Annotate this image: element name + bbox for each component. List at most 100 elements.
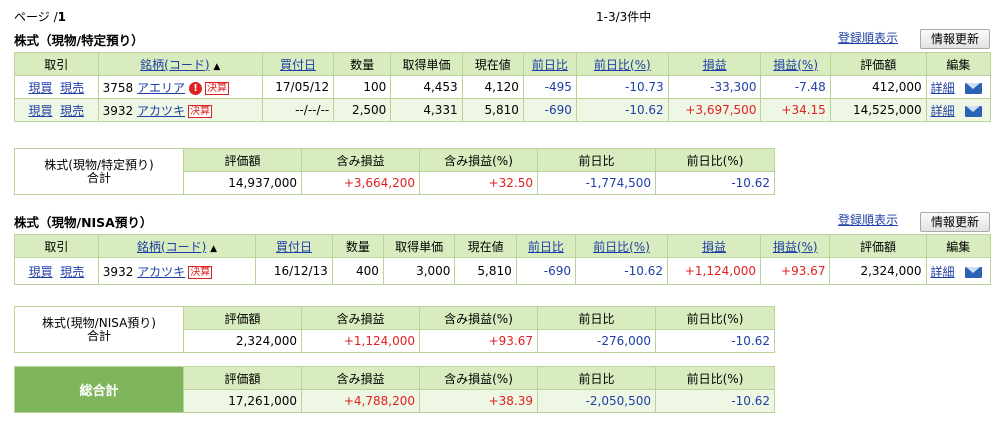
col-date[interactable]: 買付日 — [261, 52, 335, 76]
profit-loss-pct: +93.67 — [759, 257, 831, 285]
col-pl[interactable]: 損益 — [667, 52, 762, 76]
summary-label-total: 合計 — [86, 170, 111, 185]
mail-icon[interactable] — [964, 82, 982, 94]
trade-cell: 現買 現売 — [14, 75, 99, 99]
current-price: 4,120 — [461, 75, 524, 99]
stock-cell: 3932 アカツキ 決算 — [97, 98, 263, 122]
col-cost: 取得単価 — [382, 234, 456, 258]
col-trade: 取引 — [14, 52, 99, 76]
table-row: 現買 現売 3932 アカツキ 決算 --/--/-- 2,500 4,331 5… — [14, 98, 992, 122]
market-value: 2,324,000 — [829, 257, 927, 285]
registration-order-link[interactable]: 登録順表示 — [838, 211, 898, 228]
sum-chg-pct: -10.62 — [655, 171, 775, 195]
summary-header-row: 株式(現物/特定預り) 合計 評価額 含み損益 含み損益(%) 前日比 前日比(%… — [14, 148, 775, 195]
sum-col-unreal-pct: 含み損益(%) — [419, 148, 538, 172]
profit-loss: -33,300 — [667, 75, 762, 99]
refresh-button[interactable]: 情報更新 — [920, 212, 990, 232]
sum-col-chg: 前日比 — [537, 148, 656, 172]
col-pl-link[interactable]: 損益 — [702, 240, 726, 254]
col-chg-link[interactable]: 前日比 — [532, 58, 568, 72]
earnings-badge[interactable]: 決算 — [188, 265, 213, 279]
sum-col-unreal: 含み損益 — [301, 148, 420, 172]
sum-col-value: 評価額 — [183, 306, 302, 330]
col-pl-pct[interactable]: 損益(%) — [760, 52, 831, 76]
buy-link[interactable]: 現買 — [28, 104, 52, 118]
grand-total-label: 総合計 — [14, 366, 184, 413]
col-stock-link[interactable]: 銘柄(コード) — [137, 240, 206, 254]
stock-name-link[interactable]: アカツキ — [137, 104, 185, 118]
summary-label-total: 合計 — [86, 328, 111, 343]
col-chg-pct-link[interactable]: 前日比(%) — [594, 58, 651, 72]
profit-loss-pct: +34.15 — [760, 98, 831, 122]
holdings-table-nisa: 取引 銘柄(コード) ▲ 買付日 数量 取得単価 現在値 前日比 前日比(%) … — [14, 234, 992, 285]
cost-price: 4,453 — [390, 75, 463, 99]
header-row: 取引 銘柄(コード) ▲ 買付日 数量 取得単価 現在値 前日比 前日比(%) … — [14, 52, 992, 76]
refresh-button[interactable]: 情報更新 — [920, 29, 990, 49]
col-chg-pct[interactable]: 前日比(%) — [575, 234, 668, 258]
col-trade: 取引 — [14, 234, 99, 258]
market-value: 412,000 — [829, 75, 927, 99]
col-date[interactable]: 買付日 — [255, 234, 333, 258]
col-chg-pct[interactable]: 前日比(%) — [575, 52, 669, 76]
cost-price: 4,331 — [390, 98, 463, 122]
stock-name-link[interactable]: アカツキ — [137, 265, 185, 279]
quantity: 400 — [331, 257, 384, 285]
alert-icon[interactable]: ! — [189, 81, 203, 95]
col-qty: 数量 — [333, 52, 392, 76]
col-pl-pct-link[interactable]: 損益(%) — [773, 240, 818, 254]
header-row: 取引 銘柄(コード) ▲ 買付日 数量 取得単価 現在値 前日比 前日比(%) … — [14, 234, 992, 258]
page-number: 1 — [57, 10, 66, 24]
col-edit: 編集 — [925, 234, 992, 258]
col-edit: 編集 — [925, 52, 992, 76]
registration-order-link[interactable]: 登録順表示 — [838, 29, 898, 46]
sell-link[interactable]: 現売 — [60, 265, 84, 279]
grand-chg: -2,050,500 — [537, 389, 656, 413]
col-chg-pct-link[interactable]: 前日比(%) — [593, 240, 650, 254]
summary-label-main: 株式(現物/特定預り) — [44, 157, 154, 172]
sell-link[interactable]: 現売 — [60, 104, 84, 118]
col-pl-pct[interactable]: 損益(%) — [759, 234, 831, 258]
earnings-badge[interactable]: 決算 — [188, 104, 213, 118]
mail-icon[interactable] — [964, 266, 982, 278]
earnings-badge[interactable]: 決算 — [205, 81, 230, 95]
trade-cell: 現買 現売 — [14, 257, 99, 285]
stock-cell: 3758 アエリア! 決算 — [97, 75, 263, 99]
col-stock[interactable]: 銘柄(コード) ▲ — [97, 234, 257, 258]
buy-link[interactable]: 現買 — [29, 265, 53, 279]
col-chg[interactable]: 前日比 — [522, 52, 577, 76]
col-stock-link[interactable]: 銘柄(コード) — [140, 58, 209, 72]
col-date-link[interactable]: 買付日 — [280, 58, 316, 72]
detail-link[interactable]: 詳細 — [931, 81, 955, 95]
col-stock[interactable]: 銘柄(コード) ▲ — [97, 52, 263, 76]
grand-unreal-pct: +38.39 — [419, 389, 538, 413]
table-row: 現買 現売 3932 アカツキ 決算 16/12/13 400 3,000 5,8… — [14, 257, 992, 285]
grand-unreal: +4,788,200 — [301, 389, 420, 413]
col-chg-link[interactable]: 前日比 — [528, 240, 564, 254]
col-price: 現在値 — [461, 52, 524, 76]
sell-link[interactable]: 現売 — [60, 81, 84, 95]
detail-link[interactable]: 詳細 — [931, 265, 955, 279]
quantity: 100 — [333, 75, 392, 99]
trade-cell: 現買 現売 — [14, 98, 99, 122]
current-price: 5,810 — [454, 257, 517, 285]
col-pl[interactable]: 損益 — [666, 234, 761, 258]
stock-name-link[interactable]: アエリア — [137, 81, 185, 95]
table-row: 現買 現売 3758 アエリア! 決算 17/05/12 100 4,453 4,… — [14, 75, 992, 99]
buy-link[interactable]: 現買 — [28, 81, 52, 95]
col-pl-pct-link[interactable]: 損益(%) — [773, 58, 818, 72]
summary-label: 株式(現物/NISA預り) 合計 — [14, 306, 184, 353]
mail-icon[interactable] — [964, 105, 982, 117]
grand-chg-pct: -10.62 — [655, 389, 775, 413]
sum-col-value: 評価額 — [183, 148, 302, 172]
detail-link[interactable]: 詳細 — [931, 104, 955, 118]
sum-value: 2,324,000 — [183, 329, 302, 353]
col-chg[interactable]: 前日比 — [515, 234, 577, 258]
sum-unreal-pct: +32.50 — [419, 171, 538, 195]
day-change: -690 — [515, 257, 577, 285]
section-title-tokutei: 株式（現物/特定預り） — [14, 33, 144, 48]
col-date-link[interactable]: 買付日 — [276, 240, 312, 254]
sum-chg: -1,774,500 — [537, 171, 656, 195]
col-pl-link[interactable]: 損益 — [703, 58, 727, 72]
day-change: -690 — [522, 98, 577, 122]
purchase-date: --/--/-- — [261, 98, 335, 122]
